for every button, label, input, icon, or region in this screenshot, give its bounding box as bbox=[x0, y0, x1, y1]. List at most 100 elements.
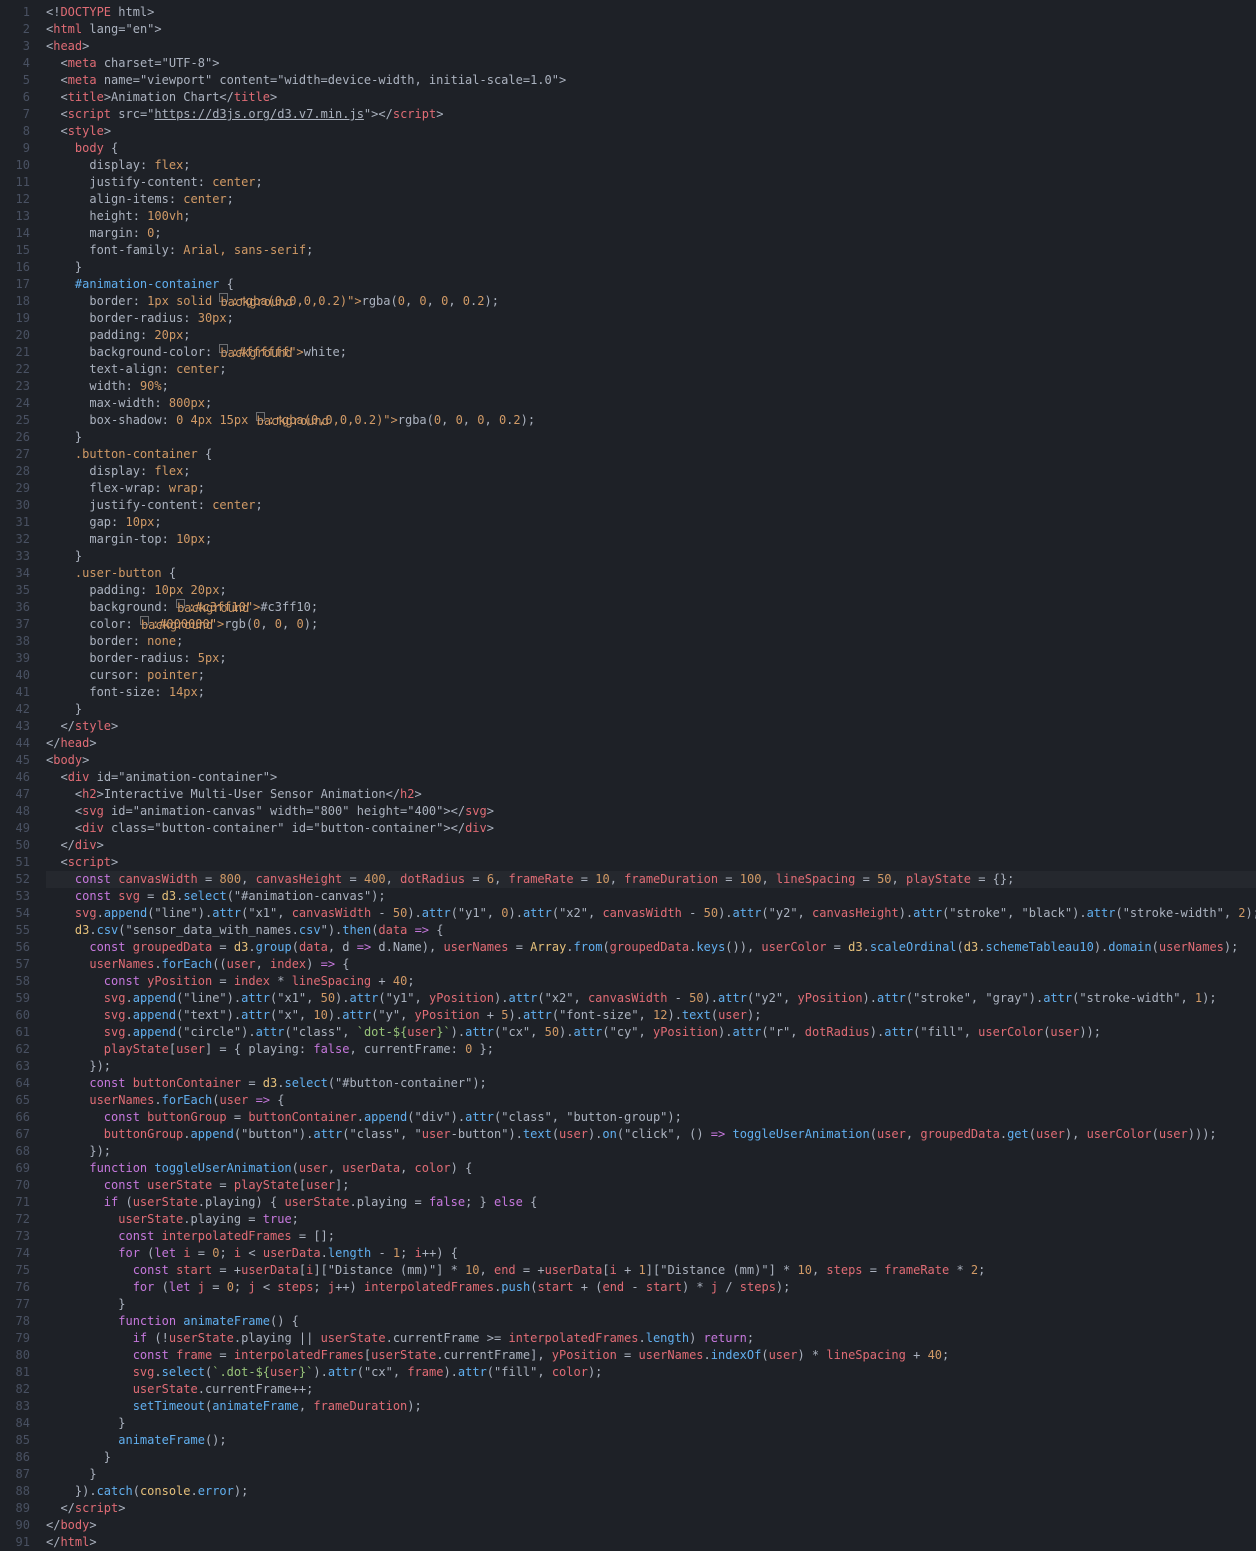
code-line[interactable]: width: 90%; bbox=[46, 378, 1256, 395]
code-line[interactable]: const interpolatedFrames = []; bbox=[46, 1228, 1256, 1245]
code-line[interactable]: </body> bbox=[46, 1517, 1256, 1534]
code-line[interactable]: margin: 0; bbox=[46, 225, 1256, 242]
code-line[interactable]: } bbox=[46, 1415, 1256, 1432]
code-line[interactable]: flex-wrap: wrap; bbox=[46, 480, 1256, 497]
line-number: 39 bbox=[0, 650, 30, 667]
code-line[interactable]: } bbox=[46, 429, 1256, 446]
code-line[interactable]: const buttonContainer = d3.select("#butt… bbox=[46, 1075, 1256, 1092]
code-line[interactable]: setTimeout(animateFrame, frameDuration); bbox=[46, 1398, 1256, 1415]
code-line[interactable]: cursor: pointer; bbox=[46, 667, 1256, 684]
line-number: 26 bbox=[0, 429, 30, 446]
code-line[interactable]: <html lang="en"> bbox=[46, 21, 1256, 38]
code-line[interactable]: for (let j = 0; j < steps; j++) interpol… bbox=[46, 1279, 1256, 1296]
code-line[interactable]: const yPosition = index * lineSpacing + … bbox=[46, 973, 1256, 990]
code-line[interactable]: const userState = playState[user]; bbox=[46, 1177, 1256, 1194]
code-line[interactable]: background-color: background:#ffffff">wh… bbox=[46, 344, 1256, 361]
code-line[interactable]: </html> bbox=[46, 1534, 1256, 1551]
code-line[interactable]: function toggleUserAnimation(user, userD… bbox=[46, 1160, 1256, 1177]
code-line[interactable]: <div class="button-container" id="button… bbox=[46, 820, 1256, 837]
code-line[interactable]: <script> bbox=[46, 854, 1256, 871]
line-number: 88 bbox=[0, 1483, 30, 1500]
code-line[interactable]: svg.append("line").attr("x1", canvasWidt… bbox=[46, 905, 1256, 922]
code-line[interactable]: d3.csv("sensor_data_with_names.csv").the… bbox=[46, 922, 1256, 939]
line-number: 51 bbox=[0, 854, 30, 871]
code-line[interactable]: display: flex; bbox=[46, 463, 1256, 480]
code-line[interactable]: background: background:#c3ff10">#c3ff10; bbox=[46, 599, 1256, 616]
code-line[interactable]: border: 1px solid background:rgba(0,0,0,… bbox=[46, 293, 1256, 310]
code-line[interactable]: svg.append("circle").attr("class", `dot-… bbox=[46, 1024, 1256, 1041]
code-line[interactable]: svg.select(`.dot-${user}`).attr("cx", fr… bbox=[46, 1364, 1256, 1381]
line-number: 17 bbox=[0, 276, 30, 293]
code-line[interactable]: <meta name="viewport" content="width=dev… bbox=[46, 72, 1256, 89]
code-line[interactable]: if (userState.playing) { userState.playi… bbox=[46, 1194, 1256, 1211]
code-line[interactable]: margin-top: 10px; bbox=[46, 531, 1256, 548]
code-line[interactable]: </script> bbox=[46, 1500, 1256, 1517]
code-line[interactable]: playState[user] = { playing: false, curr… bbox=[46, 1041, 1256, 1058]
code-area[interactable]: <!DOCTYPE html><html lang="en"><head> <m… bbox=[46, 0, 1256, 1551]
code-line[interactable]: <!DOCTYPE html> bbox=[46, 4, 1256, 21]
code-line[interactable]: }); bbox=[46, 1058, 1256, 1075]
code-line[interactable]: }).catch(console.error); bbox=[46, 1483, 1256, 1500]
code-line[interactable]: svg.append("line").attr("x1", 50).attr("… bbox=[46, 990, 1256, 1007]
code-line[interactable]: } bbox=[46, 1296, 1256, 1313]
code-line[interactable]: userNames.forEach(user => { bbox=[46, 1092, 1256, 1109]
code-line[interactable]: <body> bbox=[46, 752, 1256, 769]
code-line[interactable]: color: background:#000000">rgb(0, 0, 0); bbox=[46, 616, 1256, 633]
code-line[interactable]: <svg id="animation-canvas" width="800" h… bbox=[46, 803, 1256, 820]
code-line[interactable]: <style> bbox=[46, 123, 1256, 140]
code-line[interactable]: function animateFrame() { bbox=[46, 1313, 1256, 1330]
code-line[interactable]: } bbox=[46, 548, 1256, 565]
code-line[interactable]: display: flex; bbox=[46, 157, 1256, 174]
code-line[interactable]: const buttonGroup = buttonContainer.appe… bbox=[46, 1109, 1256, 1126]
code-line[interactable]: padding: 10px 20px; bbox=[46, 582, 1256, 599]
code-line[interactable]: </div> bbox=[46, 837, 1256, 854]
code-line[interactable]: const start = +userData[i]["Distance (mm… bbox=[46, 1262, 1256, 1279]
code-line[interactable]: #animation-container { bbox=[46, 276, 1256, 293]
code-line[interactable]: padding: 20px; bbox=[46, 327, 1256, 344]
code-line[interactable]: userState.currentFrame++; bbox=[46, 1381, 1256, 1398]
code-line[interactable]: height: 100vh; bbox=[46, 208, 1256, 225]
code-line[interactable]: svg.append("text").attr("x", 10).attr("y… bbox=[46, 1007, 1256, 1024]
code-line[interactable]: font-family: Arial, sans-serif; bbox=[46, 242, 1256, 259]
code-line[interactable]: .user-button { bbox=[46, 565, 1256, 582]
code-line[interactable]: border-radius: 5px; bbox=[46, 650, 1256, 667]
code-line[interactable]: } bbox=[46, 1449, 1256, 1466]
line-number: 2 bbox=[0, 21, 30, 38]
code-line[interactable]: max-width: 800px; bbox=[46, 395, 1256, 412]
code-line[interactable]: if (!userState.playing || userState.curr… bbox=[46, 1330, 1256, 1347]
code-line[interactable]: const frame = interpolatedFrames[userSta… bbox=[46, 1347, 1256, 1364]
code-line[interactable]: </style> bbox=[46, 718, 1256, 735]
code-line[interactable]: for (let i = 0; i < userData.length - 1;… bbox=[46, 1245, 1256, 1262]
code-line[interactable]: border: none; bbox=[46, 633, 1256, 650]
code-line[interactable]: const canvasWidth = 800, canvasHeight = … bbox=[46, 871, 1256, 888]
code-line[interactable]: font-size: 14px; bbox=[46, 684, 1256, 701]
line-number: 74 bbox=[0, 1245, 30, 1262]
code-line[interactable]: <meta charset="UTF-8"> bbox=[46, 55, 1256, 72]
code-line[interactable]: box-shadow: 0 4px 15px background:rgba(0… bbox=[46, 412, 1256, 429]
code-line[interactable]: justify-content: center; bbox=[46, 497, 1256, 514]
code-line[interactable]: </head> bbox=[46, 735, 1256, 752]
code-line[interactable]: const svg = d3.select("#animation-canvas… bbox=[46, 888, 1256, 905]
code-line[interactable]: gap: 10px; bbox=[46, 514, 1256, 531]
code-line[interactable]: userNames.forEach((user, index) => { bbox=[46, 956, 1256, 973]
code-line[interactable]: } bbox=[46, 701, 1256, 718]
code-line[interactable]: <head> bbox=[46, 38, 1256, 55]
code-line[interactable]: .button-container { bbox=[46, 446, 1256, 463]
code-line[interactable]: body { bbox=[46, 140, 1256, 157]
code-line[interactable]: text-align: center; bbox=[46, 361, 1256, 378]
code-line[interactable]: const groupedData = d3.group(data, d => … bbox=[46, 939, 1256, 956]
code-line[interactable]: justify-content: center; bbox=[46, 174, 1256, 191]
code-line[interactable]: <h2>Interactive Multi-User Sensor Animat… bbox=[46, 786, 1256, 803]
code-line[interactable]: userState.playing = true; bbox=[46, 1211, 1256, 1228]
code-line[interactable]: align-items: center; bbox=[46, 191, 1256, 208]
code-line[interactable]: <script src="https://d3js.org/d3.v7.min.… bbox=[46, 106, 1256, 123]
code-line[interactable]: <div id="animation-container"> bbox=[46, 769, 1256, 786]
code-line[interactable]: border-radius: 30px; bbox=[46, 310, 1256, 327]
code-line[interactable]: }); bbox=[46, 1143, 1256, 1160]
code-line[interactable]: animateFrame(); bbox=[46, 1432, 1256, 1449]
code-line[interactable]: <title>Animation Chart</title> bbox=[46, 89, 1256, 106]
line-number: 48 bbox=[0, 803, 30, 820]
code-line[interactable]: buttonGroup.append("button").attr("class… bbox=[46, 1126, 1256, 1143]
code-line[interactable]: } bbox=[46, 1466, 1256, 1483]
code-line[interactable]: } bbox=[46, 259, 1256, 276]
